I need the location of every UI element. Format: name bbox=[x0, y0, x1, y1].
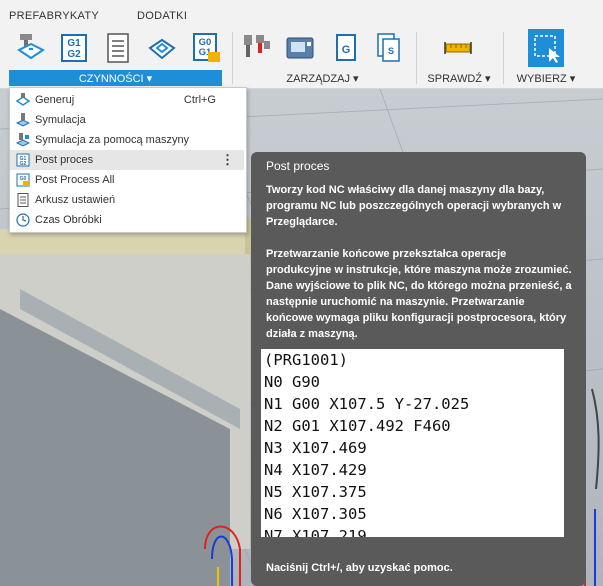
menu-item-label: Generuj bbox=[35, 94, 75, 106]
svg-text:G2: G2 bbox=[20, 161, 27, 167]
select-button[interactable] bbox=[528, 29, 564, 67]
svg-text:G: G bbox=[342, 44, 351, 56]
tooltip-details: Przetwarzanie końcowe przekształca opera… bbox=[266, 248, 572, 340]
menu-item-machining-time[interactable]: Czas Obróbki bbox=[10, 210, 244, 230]
inspect-group-dropdown[interactable]: SPRAWDŹ ▾ bbox=[424, 70, 494, 86]
menu-item-label: Symulacja bbox=[35, 114, 86, 126]
ribbon-separator bbox=[416, 32, 417, 84]
generate-icon bbox=[17, 34, 45, 60]
machine-icon bbox=[286, 37, 314, 59]
post-process-all-icon: G0 bbox=[16, 173, 30, 187]
tooltip-title: Post proces bbox=[266, 159, 330, 173]
menu-item-label: Post proces bbox=[35, 154, 94, 166]
tab-dodatki[interactable]: DODATKI bbox=[137, 10, 187, 22]
stock-simulation-icon bbox=[148, 38, 176, 60]
code-line: (PRG1001) bbox=[264, 351, 348, 369]
setup-sheet-icon bbox=[16, 193, 30, 207]
select-cursor-icon bbox=[534, 35, 560, 63]
code-line: N1 G00 X107.5 Y-27.025 bbox=[264, 395, 470, 413]
tool-library-button[interactable] bbox=[240, 30, 274, 66]
menu-item-setup-sheet[interactable]: Arkusz ustawień bbox=[10, 190, 244, 210]
ribbon-separator bbox=[503, 32, 504, 84]
setup-sheet-button[interactable] bbox=[101, 30, 135, 66]
svg-text:G2: G2 bbox=[67, 49, 81, 60]
post-process-icon: G1 G2 bbox=[16, 153, 30, 167]
post-library-icon: S bbox=[377, 33, 400, 62]
menu-item-label: Post Process All bbox=[35, 174, 115, 186]
nc-code-preview: (PRG1001) N0 G90 N1 G00 X107.5 Y-27.025 … bbox=[261, 349, 564, 537]
machine-library-button[interactable] bbox=[284, 30, 318, 66]
post-process-icon: G0 G1 bbox=[193, 33, 220, 62]
code-line: N2 G01 X107.492 F460 bbox=[264, 417, 451, 435]
ribbon-toolbar: PREFABRYKATY DODATKI G1 G2 G0 G1 CZYNNOŚ… bbox=[0, 0, 603, 89]
tool-library-icon bbox=[244, 35, 270, 57]
menu-item-post-process[interactable]: G1 G2 Post proces ⋮ bbox=[10, 150, 244, 170]
ribbon-separator bbox=[232, 32, 233, 84]
machining-time-icon bbox=[16, 213, 30, 227]
code-line: N3 X107.469 bbox=[264, 439, 367, 457]
document-icon bbox=[107, 33, 129, 63]
menu-item-machine-simulation[interactable]: Symulacja za pomocą maszyny bbox=[10, 130, 244, 150]
actions-group-dropdown[interactable]: CZYNNOŚCI ▾ bbox=[9, 70, 222, 86]
code-line: N0 G90 bbox=[264, 373, 320, 391]
select-group-dropdown[interactable]: WYBIERZ ▾ bbox=[512, 70, 580, 86]
code-line: N5 X107.375 bbox=[264, 483, 367, 501]
code-line: N4 X107.429 bbox=[264, 461, 367, 479]
ruler-icon bbox=[444, 42, 472, 54]
template-button[interactable]: G bbox=[329, 30, 363, 66]
actions-dropdown-menu: Generuj Ctrl+G Symulacja Symulacja za po… bbox=[9, 87, 247, 233]
measure-button[interactable] bbox=[441, 30, 475, 66]
nc-code-icon: G1 G2 bbox=[61, 34, 87, 62]
post-process-tooltip: Post proces Tworzy kod NC właściwy dla d… bbox=[251, 152, 586, 586]
g1g2-button[interactable]: G1 G2 bbox=[57, 30, 91, 66]
tab-prefabrykaty[interactable]: PREFABRYKATY bbox=[9, 10, 99, 22]
menu-item-label: Symulacja za pomocą maszyny bbox=[35, 134, 190, 146]
code-line: N6 X107.305 bbox=[264, 505, 367, 523]
generate-button[interactable] bbox=[14, 30, 48, 66]
tooltip-help-hint: Naciśnij Ctrl+/, aby uzyskać pomoc. bbox=[266, 562, 453, 574]
menu-item-generate[interactable]: Generuj Ctrl+G bbox=[10, 90, 244, 110]
simulation-button[interactable] bbox=[145, 30, 179, 66]
more-options-icon[interactable]: ⋮ bbox=[221, 152, 234, 168]
tooltip-description: Tworzy kod NC właściwy dla danej maszyny… bbox=[266, 184, 562, 228]
generate-icon bbox=[16, 93, 30, 107]
menu-item-label: Czas Obróbki bbox=[35, 214, 102, 226]
svg-text:G1: G1 bbox=[67, 38, 81, 49]
shortcut-label: Ctrl+G bbox=[183, 94, 216, 106]
menu-item-label: Arkusz ustawień bbox=[35, 194, 116, 206]
simulation-icon bbox=[16, 113, 30, 127]
menu-item-simulation[interactable]: Symulacja bbox=[10, 110, 244, 130]
menu-item-post-process-all[interactable]: G0 Post Process All bbox=[10, 170, 244, 190]
manage-group-dropdown[interactable]: ZARZĄDZAJ ▾ bbox=[270, 70, 375, 86]
post-library-button[interactable]: S bbox=[371, 30, 405, 66]
template-icon: G bbox=[336, 34, 356, 61]
code-line: N7 X107.219 bbox=[264, 527, 367, 537]
machine-simulation-icon bbox=[16, 133, 30, 147]
post-process-button[interactable]: G0 G1 bbox=[189, 30, 223, 66]
svg-text:S: S bbox=[388, 46, 394, 56]
